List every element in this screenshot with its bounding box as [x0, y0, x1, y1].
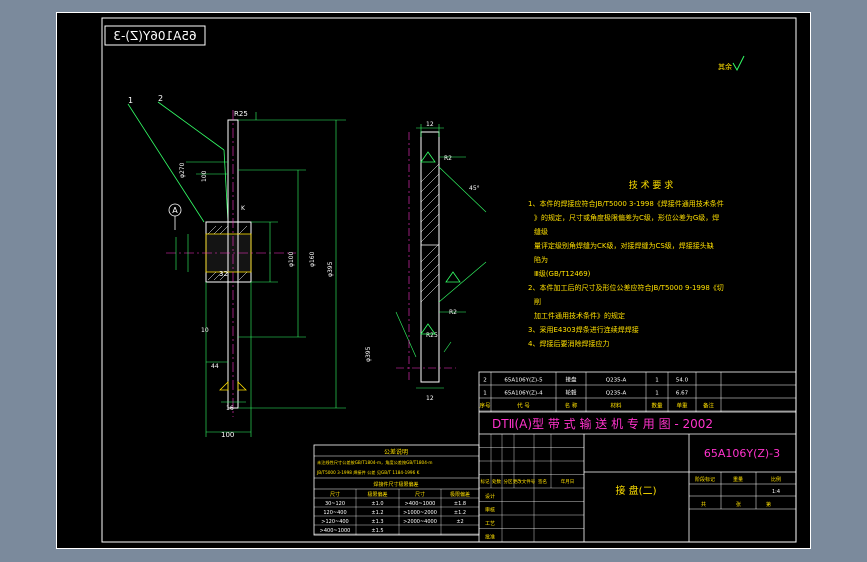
sign-label: 处数	[492, 478, 501, 485]
sign-label: 年月日	[561, 478, 575, 485]
design-label: 设计	[485, 493, 495, 500]
tol-subtitle: 焊接件尺寸极限偏差	[373, 481, 418, 488]
dim-phi100: φ100	[288, 251, 295, 267]
dim-32: 32	[219, 270, 228, 278]
parts-header-cell: 数量	[651, 402, 663, 410]
dim-r2-bottom: R2	[449, 309, 457, 316]
dim-16: 16	[226, 405, 234, 412]
tol-cell: >400~1000	[320, 528, 351, 534]
tech-line: 加工件通用技术条件》的规定	[534, 311, 625, 320]
tech-line: 4、焊接后要消除焊接应力	[528, 339, 609, 348]
tech-line: 3、采用E4303焊条进行连续焊焊接	[528, 325, 639, 334]
parts-cell: 接盘	[565, 376, 577, 384]
dim-right-12-top: 12	[426, 121, 434, 128]
tech-line: 削	[534, 297, 541, 306]
sign-label: 签名	[538, 478, 547, 485]
tol-cell: 120~400	[323, 510, 346, 516]
parts-header-cell: 材料	[610, 402, 622, 410]
dim-r2-top: R2	[444, 155, 452, 162]
dim-angle-45: 45°	[469, 185, 480, 192]
tol-cell: 30~120	[325, 501, 345, 507]
design-label: 审核	[485, 507, 495, 514]
tech-line: 》的规定，尺寸或角度极限偏差为C级，形位公差为G级，焊	[534, 213, 719, 222]
tol-note-2: JB/T5000 3-1998 焊接件 公差 见GB/T 1184-1996 K	[316, 469, 420, 476]
parts-cell: 1	[483, 391, 487, 397]
part-label-1: 1	[128, 96, 133, 105]
tol-cell: >400~1000	[405, 501, 436, 507]
tech-title: 技 术 要 求	[629, 179, 674, 191]
parts-header-cell: 名 称	[565, 402, 578, 410]
parts-header-cell: 单重	[676, 402, 688, 410]
parts-cell: 轮毂	[565, 389, 577, 397]
dim-top-radius: R25	[234, 110, 248, 118]
tech-line: 陷为	[534, 255, 548, 264]
parts-cell: 2	[483, 378, 487, 384]
scale-value: 1:4	[772, 489, 780, 495]
tol-header-cell: 尺寸	[415, 491, 425, 498]
design-label: 批准	[485, 534, 495, 541]
tol-cell: ±1.8	[454, 501, 466, 507]
stage-label: 阶段标记	[695, 476, 715, 483]
tech-line: Ⅲ级(GB/T12469)	[534, 269, 591, 278]
dim-bottom-100: 100	[221, 431, 234, 439]
design-label: 工艺	[485, 521, 495, 527]
tol-note-1: 未注线性尺寸公差按GB/T1804-m，角度公差按GB/T1804-m	[317, 459, 432, 466]
mirrored-code: 65A106Y(Z)-3	[113, 29, 196, 43]
parts-cell: 65A106Y(Z)-4	[504, 391, 543, 397]
tol-cell: >2000~4000	[403, 519, 437, 525]
parts-header-cell: 序号	[479, 402, 491, 410]
dim-right-12-bottom: 12	[426, 395, 434, 402]
tol-cell: ±1.0	[371, 501, 383, 507]
sign-label: 分区	[504, 478, 513, 485]
dim-phi395: φ395	[327, 261, 334, 277]
datum-label: A	[172, 206, 178, 215]
tech-line: 量评定级别角焊缝为CK级，对接焊缝为CS级，焊接接头缺	[534, 241, 714, 250]
tol-cell: ±1.5	[371, 528, 383, 534]
sign-label: 标记	[481, 478, 490, 485]
dim-phi160: φ160	[309, 251, 316, 267]
cad-sheet: 65A106Y(Z)-3 其余 1 2 A R25 φ270 100 φ100 …	[56, 12, 811, 549]
tol-header-cell: 尺寸	[330, 491, 340, 498]
tol-header-cell: 极限偏差	[450, 491, 470, 498]
dim-44: 44	[211, 363, 219, 370]
tol-cell: ±1.2	[454, 510, 466, 516]
parts-cell: 6.67	[676, 391, 689, 397]
parts-cell: 1	[655, 391, 659, 397]
tol-cell: ±1.2	[371, 510, 383, 516]
part-label-2: 2	[158, 94, 163, 103]
parts-cell: 1	[655, 378, 659, 384]
tol-title: 公差说明	[384, 448, 408, 456]
dim-phi-right: φ395	[365, 346, 372, 362]
project-title: DTⅡ(A)型 带 式 输 送 机 专 用 图 - 2002	[492, 416, 713, 431]
tol-cell: >1000~2000	[403, 510, 437, 516]
parts-cell: 54.0	[676, 378, 689, 384]
outer-border	[56, 12, 811, 549]
parts-cell: 65A106Y(Z)-5	[504, 378, 543, 384]
parts-cell: Q235-A	[606, 391, 627, 397]
tol-cell: ±2	[456, 519, 463, 525]
dim-10: 10	[201, 327, 209, 334]
drawing-code: 65A106Y(Z)-3	[704, 447, 780, 460]
dim-r25: R25	[426, 332, 438, 339]
roughness-note: 其余	[718, 62, 732, 71]
sign-label: 更改文件号	[513, 478, 536, 485]
dim-100: 100	[201, 170, 208, 182]
scale-label: 比例	[771, 476, 781, 483]
parts-header-cell: 代 号	[517, 402, 530, 410]
parts-cell: Q235-A	[606, 378, 627, 384]
tol-cell: ±1.3	[371, 519, 383, 525]
tech-line: 1、本件的焊接应符合JB/T5000 3-1998《焊接件通用技术条件	[528, 199, 724, 208]
dim-phi270: φ270	[179, 162, 186, 178]
sheet-page-label: 张	[736, 501, 741, 508]
weight-label: 重量	[733, 476, 743, 483]
parts-header-cell: 备注	[703, 402, 715, 410]
drawing-viewport[interactable]: 65A106Y(Z)-3 其余 1 2 A R25 φ270 100 φ100 …	[56, 12, 811, 549]
part-name: 接 盘(二)	[616, 484, 657, 497]
tol-header-cell: 极限偏差	[367, 491, 387, 498]
tech-line: 缝级	[534, 227, 548, 236]
sheet-label: 第	[766, 501, 771, 508]
sheet-total-label: 共	[701, 501, 706, 508]
tol-cell: >120~400	[321, 519, 348, 525]
tech-line: 2、本件加工后的尺寸及形位公差应符合JB/T5000 9-1998《切	[528, 283, 724, 292]
